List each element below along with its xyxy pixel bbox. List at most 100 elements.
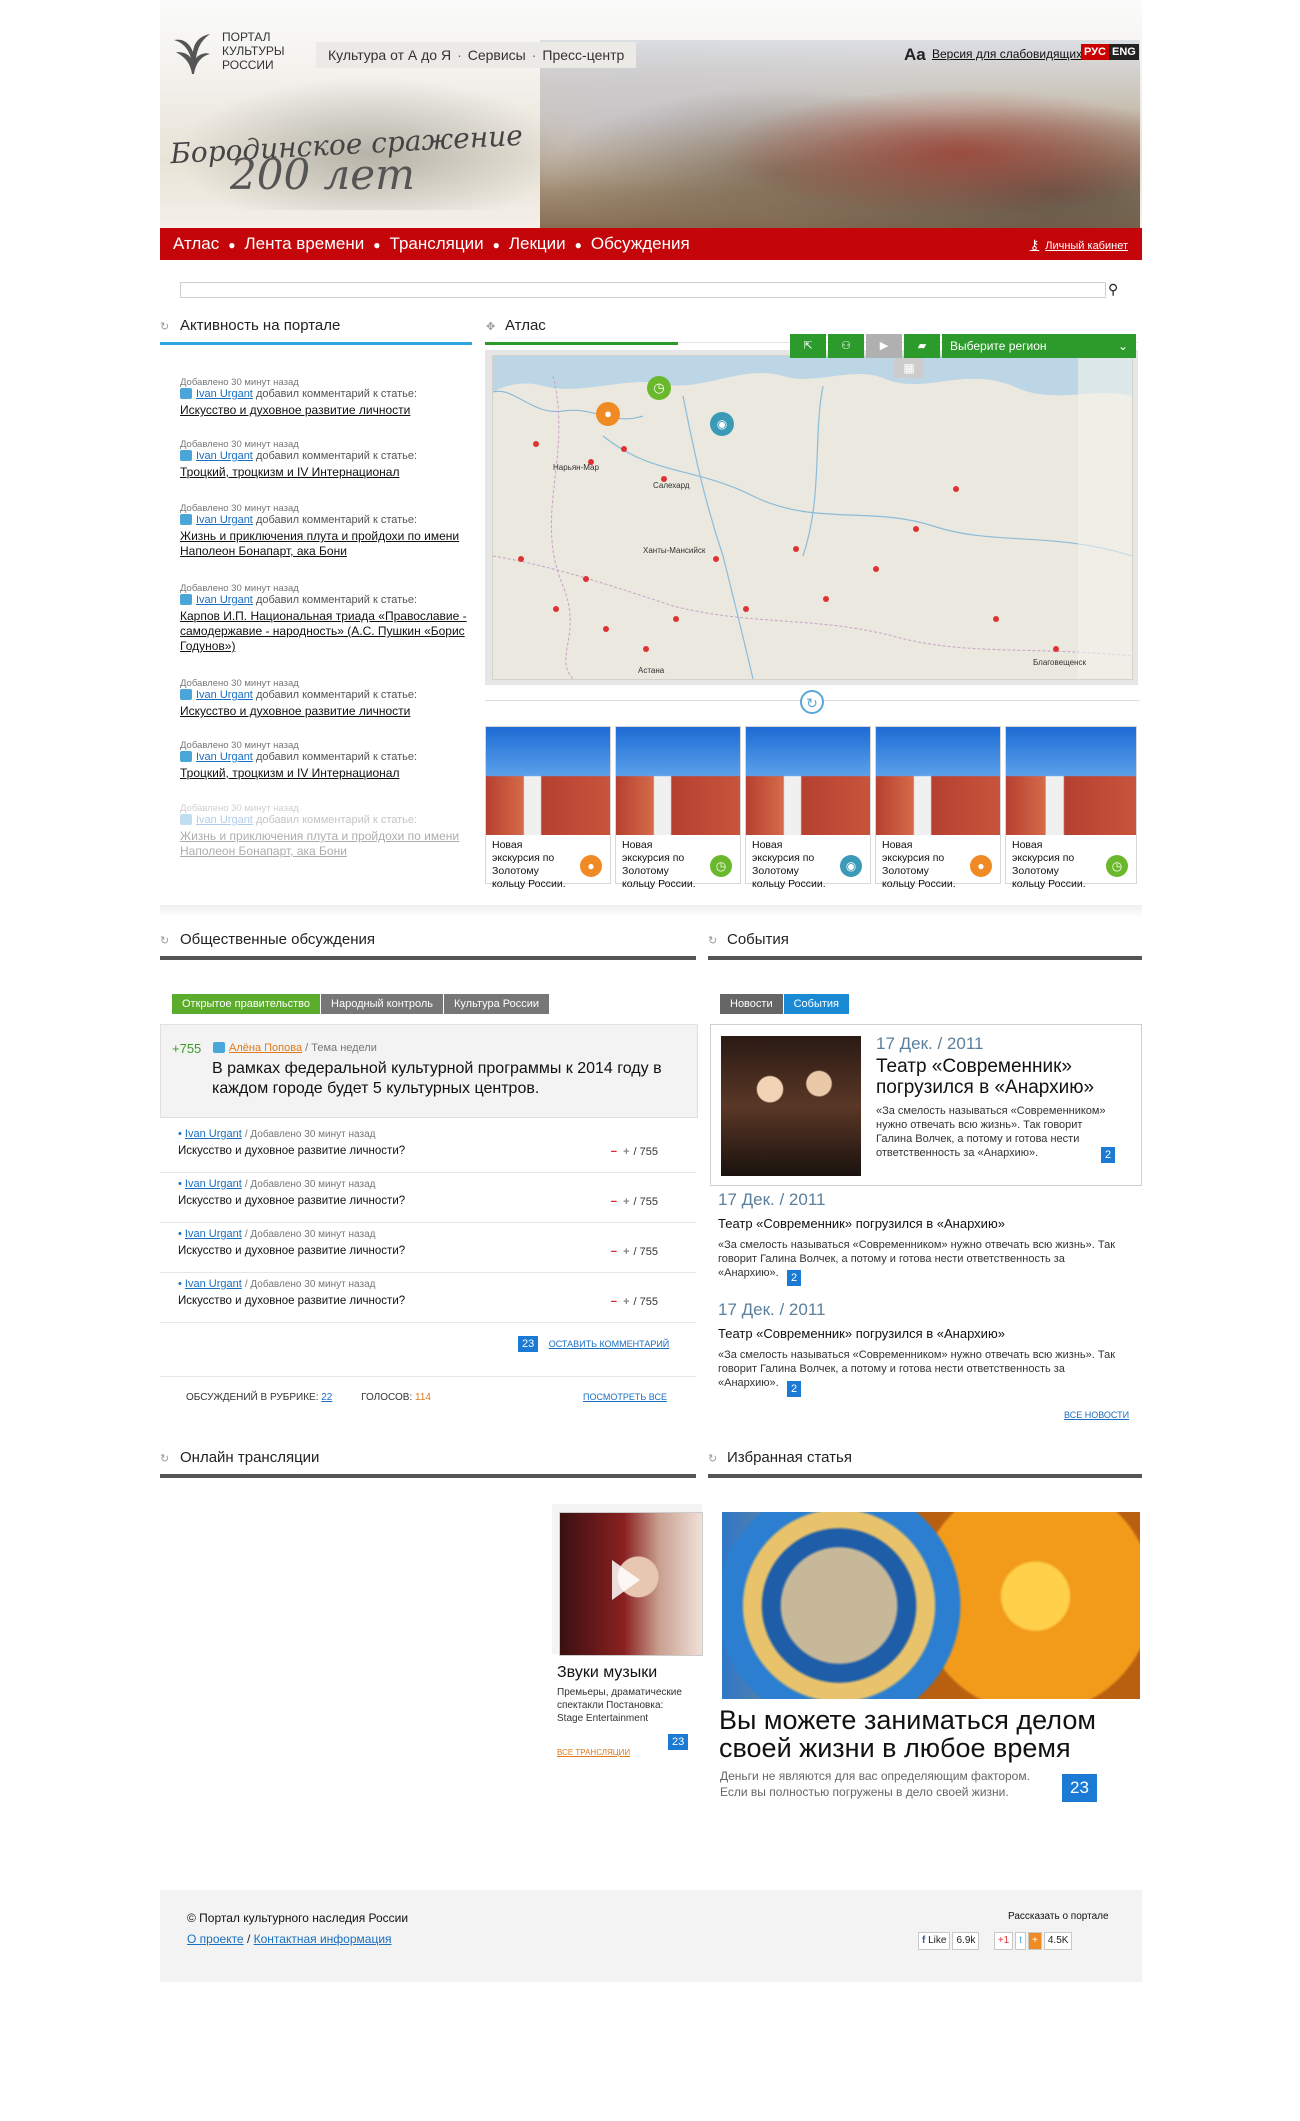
nav-item-discussions[interactable]: Обсуждения xyxy=(591,234,690,253)
tab-culture-russia[interactable]: Культура России xyxy=(443,994,550,1014)
discussion-question[interactable]: Искусство и духовное развитие личности? xyxy=(178,1245,658,1257)
export-icon[interactable]: ⇱ xyxy=(790,334,826,358)
refresh-icon[interactable]: ↻ xyxy=(800,690,824,714)
comment-count-badge[interactable]: 2 xyxy=(787,1270,802,1286)
city-marker[interactable] xyxy=(553,606,559,612)
nav-item-atlas[interactable]: Атлас xyxy=(173,234,219,253)
rubric-count[interactable]: 22 xyxy=(321,1392,332,1403)
tab-open-government[interactable]: Открытое правительство xyxy=(172,994,321,1014)
nav-item-broadcasts[interactable]: Трансляции xyxy=(390,234,484,253)
city-marker[interactable] xyxy=(713,556,719,562)
comment-count-badge[interactable]: 2 xyxy=(787,1381,802,1397)
city-marker[interactable] xyxy=(823,596,829,602)
activity-article-link[interactable]: Жизнь и приключения плута и пройдохи по … xyxy=(180,529,470,559)
vote-up-button[interactable]: + xyxy=(623,1196,629,1208)
city-marker[interactable] xyxy=(913,526,919,532)
discussion-user[interactable]: Ivan Urgant xyxy=(185,1128,242,1140)
discussion-question[interactable]: Искусство и духовное развитие личности? xyxy=(178,1145,658,1157)
grid-view-icon[interactable]: ▦ xyxy=(894,358,924,378)
excursion-card[interactable]: Новая экскурсия по Золотому кольцу Росси… xyxy=(1005,726,1137,890)
facebook-like-button[interactable]: f Like xyxy=(918,1932,951,1950)
top-nav-item[interactable]: Культура от А до Я xyxy=(328,47,451,63)
comment-count-badge[interactable]: 23 xyxy=(668,1734,689,1750)
activity-user[interactable]: Ivan Urgant xyxy=(196,514,253,526)
event-title[interactable]: Театр «Современник» погрузился в «Анархи… xyxy=(718,1326,1128,1341)
vote-up-button[interactable]: + xyxy=(623,1246,629,1258)
activity-user[interactable]: Ivan Urgant xyxy=(196,594,253,606)
all-broadcasts-link[interactable]: ВСЕ ТРАНСЛЯЦИИ xyxy=(557,1748,630,1757)
phoenix-logo-icon[interactable] xyxy=(172,30,212,76)
activity-article-link[interactable]: Искусство и духовное развитие личности xyxy=(180,704,470,719)
google-plus-button[interactable]: +1 xyxy=(993,1932,1014,1950)
personal-cabinet-link[interactable]: ⚷ Личный кабинет xyxy=(1030,237,1128,253)
nav-item-lectures[interactable]: Лекции xyxy=(509,234,566,253)
video-title[interactable]: Звуки музыки xyxy=(557,1664,657,1682)
activity-user[interactable]: Ivan Urgant xyxy=(196,450,253,462)
nav-item-timeline[interactable]: Лента времени xyxy=(245,234,365,253)
region-select[interactable]: Выберите регион ⌄ xyxy=(942,334,1136,358)
top-nav-item[interactable]: Пресс-центр xyxy=(542,47,624,63)
search-input[interactable] xyxy=(180,282,1106,298)
vote-up-button[interactable]: + xyxy=(623,1146,629,1158)
activity-article-link[interactable]: Карпов И.П. Национальная триада «Правосл… xyxy=(180,609,470,654)
city-marker[interactable] xyxy=(621,446,627,452)
event-title[interactable]: Театр «Современник» погрузился в «Анархи… xyxy=(718,1216,1128,1231)
tab-events[interactable]: События xyxy=(783,994,850,1014)
tab-news[interactable]: Новости xyxy=(720,994,783,1014)
low-vision-link[interactable]: Версия для слабовидящих xyxy=(932,47,1082,61)
logo-text[interactable]: ПОРТАЛ КУЛЬТУРЫ РОССИИ xyxy=(222,30,302,72)
russia-map-icon[interactable]: ▰ xyxy=(904,334,940,358)
see-all-link[interactable]: ПОСМОТРЕТЬ ВСЕ xyxy=(583,1392,667,1402)
vote-up-button[interactable]: + xyxy=(623,1296,629,1308)
article-headline[interactable]: Вы можете заниматься делом своей жизни в… xyxy=(719,1706,1139,1762)
city-marker[interactable] xyxy=(743,606,749,612)
vote-down-button[interactable]: − xyxy=(611,1196,617,1208)
discussion-user[interactable]: Ivan Urgant xyxy=(185,1178,242,1190)
rss-icon[interactable]: ◉ xyxy=(710,412,734,436)
city-marker[interactable] xyxy=(643,646,649,652)
contacts-link[interactable]: Контактная информация xyxy=(254,1932,392,1946)
city-marker[interactable] xyxy=(953,486,959,492)
activity-article-link[interactable]: Жизнь и приключения плута и пройдохи по … xyxy=(180,829,470,859)
activity-article-link[interactable]: Троцкий, троцкизм и IV Интернационал xyxy=(180,465,470,480)
city-marker[interactable] xyxy=(673,616,679,622)
twitter-share-button[interactable]: t xyxy=(1015,1932,1027,1950)
vote-down-button[interactable]: − xyxy=(611,1246,617,1258)
leave-comment[interactable]: 23 ОСТАВИТЬ КОММЕНТАРИЙ xyxy=(518,1334,669,1352)
excursion-card[interactable]: Новая экскурсия по Золотому кольцу Росси… xyxy=(615,726,741,890)
clock-icon[interactable]: ◷ xyxy=(647,376,671,400)
discussion-question[interactable]: Искусство и духовное развитие личности? xyxy=(178,1195,658,1207)
excursion-card[interactable]: Новая экскурсия по Золотому кольцу Росси… xyxy=(485,726,611,890)
share-plus-button[interactable]: + xyxy=(1028,1932,1042,1950)
excursion-card[interactable]: Новая экскурсия по Золотому кольцу Росси… xyxy=(875,726,1001,890)
excursion-card[interactable]: Новая экскурсия по Золотому кольцу Росси… xyxy=(745,726,871,890)
tab-public-control[interactable]: Народный контроль xyxy=(321,994,443,1014)
top-nav-item[interactable]: Сервисы xyxy=(468,47,526,63)
lang-en-button[interactable]: ENG xyxy=(1108,44,1139,60)
search-icon[interactable]: ⚲ xyxy=(1108,281,1118,298)
comment-count-badge[interactable]: 23 xyxy=(1062,1774,1097,1802)
city-marker[interactable] xyxy=(518,556,524,562)
activity-user[interactable]: Ivan Urgant xyxy=(196,388,253,400)
city-marker[interactable] xyxy=(603,626,609,632)
city-marker[interactable] xyxy=(533,441,539,447)
city-marker[interactable] xyxy=(583,576,589,582)
all-news-link[interactable]: ВСЕ НОВОСТИ xyxy=(1064,1410,1129,1420)
lang-ru-button[interactable]: РУС xyxy=(1081,44,1109,60)
activity-user[interactable]: Ivan Urgant xyxy=(196,689,253,701)
person-icon[interactable]: ● xyxy=(596,402,620,426)
discussion-question[interactable]: Искусство и духовное развитие личности? xyxy=(178,1295,658,1307)
activity-user[interactable]: Ivan Urgant xyxy=(196,751,253,763)
featured-user[interactable]: Алёна Попова xyxy=(229,1042,302,1054)
article-image[interactable] xyxy=(722,1512,1140,1699)
font-size-toggle[interactable]: Aa xyxy=(904,45,926,65)
about-link[interactable]: О проекте xyxy=(187,1932,244,1946)
event-title[interactable]: Театр «Современник» погрузился в «Анархи… xyxy=(876,1056,1126,1098)
activity-article-link[interactable]: Троцкий, троцкизм и IV Интернационал xyxy=(180,766,470,781)
leave-comment-link[interactable]: ОСТАВИТЬ КОММЕНТАРИЙ xyxy=(549,1339,670,1349)
city-marker[interactable] xyxy=(993,616,999,622)
discussion-user[interactable]: Ivan Urgant xyxy=(185,1228,242,1240)
city-marker[interactable] xyxy=(873,566,879,572)
comment-count-badge[interactable]: 2 xyxy=(1101,1147,1116,1163)
atlas-map[interactable]: Салехард Ханты-Мансийск Нарьян-Мар Астан… xyxy=(492,355,1133,680)
